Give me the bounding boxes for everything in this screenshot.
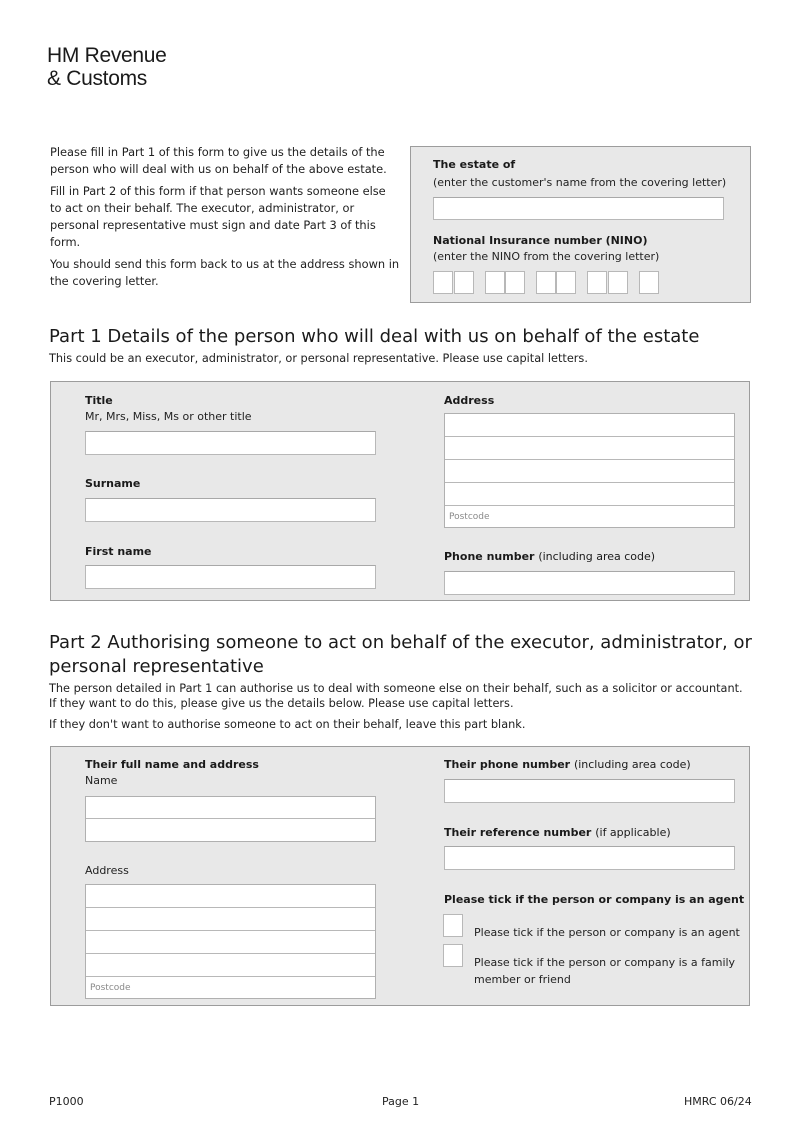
agent-phone-input[interactable]	[444, 779, 735, 803]
nino-char-7[interactable]	[587, 271, 607, 294]
intro-paragraph: Fill in Part 2 of this form if that pers…	[50, 184, 386, 249]
surname-label: Surname	[85, 477, 141, 490]
agent-address-line-3[interactable]	[86, 931, 375, 954]
agent-phone-label-text: Their phone number	[444, 758, 571, 771]
estate-hint: (enter the customer's name from the cove…	[433, 176, 727, 189]
agent-address-label: Address	[85, 864, 129, 877]
address-label: Address	[444, 394, 495, 407]
reference-label-text: Their reference number	[444, 826, 592, 839]
part1-subtext: This could be an executor, administrator…	[49, 352, 588, 365]
form-code: P1000	[49, 1095, 84, 1108]
logo-line-1: HM Revenue	[47, 44, 167, 67]
agent-phone-label: Their phone number (including area code)	[444, 758, 691, 772]
nino-char-8[interactable]	[608, 271, 628, 294]
phone-label-text: Phone number	[444, 550, 535, 563]
nino-char-1[interactable]	[433, 271, 453, 294]
intro-paragraph: You should send this form back to us at …	[50, 257, 400, 288]
part2-heading-line-2: personal representative	[49, 656, 264, 677]
reference-label: Their reference number (if applicable)	[444, 826, 671, 840]
agent-name-input-group	[85, 796, 376, 842]
part2-para1-line-1: The person detailed in Part 1 can author…	[49, 682, 743, 695]
address-input-group: Postcode	[444, 413, 735, 528]
family-friend-checkbox[interactable]	[443, 944, 463, 967]
agent-checkbox-label: Please tick if the person or company is …	[474, 926, 740, 939]
agent-address-line-2[interactable]	[86, 908, 375, 931]
phone-label: Phone number (including area code)	[444, 550, 655, 564]
estate-label: The estate of	[433, 158, 516, 171]
first-name-input[interactable]	[85, 565, 376, 589]
agent-address-line-4[interactable]	[86, 954, 375, 977]
postcode-input[interactable]: Postcode	[445, 506, 734, 523]
nino-char-2[interactable]	[454, 271, 474, 294]
part2-heading-line-1: Part 2 Authorising someone to act on beh…	[49, 632, 752, 653]
address-line-4[interactable]	[445, 483, 734, 506]
address-line-2[interactable]	[445, 437, 734, 460]
address-line-1[interactable]	[445, 414, 734, 437]
nino-label: National Insurance number (NINO)	[433, 234, 648, 247]
logo-line-2: & Customs	[47, 67, 147, 90]
title-label: Title	[85, 394, 113, 407]
surname-input[interactable]	[85, 498, 376, 522]
reference-input[interactable]	[444, 846, 735, 870]
postcode-placeholder: Postcode	[449, 512, 490, 522]
agent-address-input-group: Postcode	[85, 884, 376, 999]
tick-heading: Please tick if the person or company is …	[444, 893, 745, 906]
intro-paragraph: Please fill in Part 1 of this form to gi…	[50, 145, 387, 176]
first-name-label: First name	[85, 545, 152, 558]
agent-name-label: Name	[85, 774, 118, 787]
family-friend-checkbox-label-line-1: Please tick if the person or company is …	[474, 956, 736, 969]
part2-para2: If they don't want to authorise someone …	[49, 718, 526, 731]
nino-char-6[interactable]	[556, 271, 576, 294]
estate-name-input[interactable]	[433, 197, 724, 220]
nino-char-5[interactable]	[536, 271, 556, 294]
title-input[interactable]	[85, 431, 376, 455]
part1-heading: Part 1 Details of the person who will de…	[49, 326, 700, 347]
form-version: HMRC 06/24	[684, 1095, 752, 1108]
intro-text: Please fill in Part 1 of this form to gi…	[50, 144, 400, 295]
hmrc-logo: HM Revenue & Customs	[47, 44, 167, 90]
reference-hint: (if applicable)	[595, 826, 671, 839]
agent-name-line-2[interactable]	[86, 819, 375, 841]
agent-phone-hint: (including area code)	[573, 758, 691, 771]
nino-char-4[interactable]	[505, 271, 525, 294]
address-line-3[interactable]	[445, 460, 734, 483]
phone-hint: (including area code)	[538, 550, 656, 563]
title-hint: Mr, Mrs, Miss, Ms or other title	[85, 410, 252, 423]
agent-name-line-1[interactable]	[86, 797, 375, 819]
page-number: Page 1	[382, 1095, 420, 1108]
full-name-address-label: Their full name and address	[85, 758, 259, 771]
agent-checkbox[interactable]	[443, 914, 463, 937]
nino-hint: (enter the NINO from the covering letter…	[433, 250, 660, 263]
nino-char-3[interactable]	[485, 271, 505, 294]
agent-address-line-1[interactable]	[86, 885, 375, 908]
phone-input[interactable]	[444, 571, 735, 595]
family-friend-checkbox-label-line-2: member or friend	[474, 973, 571, 986]
part2-para1-line-2: If they want to do this, please give us …	[49, 697, 514, 710]
agent-postcode-placeholder: Postcode	[90, 983, 131, 993]
agent-postcode-input[interactable]: Postcode	[86, 977, 375, 994]
nino-char-9[interactable]	[639, 271, 659, 294]
